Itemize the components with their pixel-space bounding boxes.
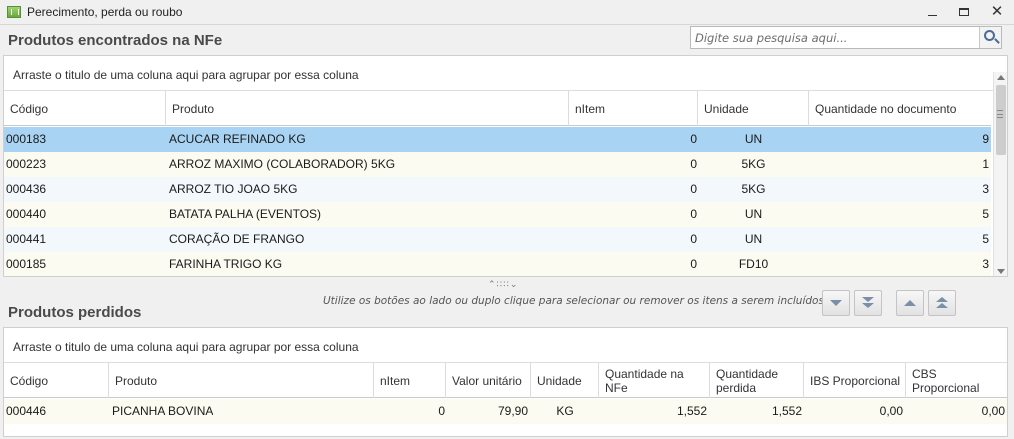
close-icon: ✕ xyxy=(990,3,1004,20)
cell-codigo: 000436 xyxy=(6,182,47,196)
app-icon xyxy=(7,6,21,18)
cell-qtd-perdida: 1,552 xyxy=(771,404,802,418)
search-button[interactable] xyxy=(979,27,1001,48)
scroll-thumb[interactable] xyxy=(996,85,1006,155)
column-header-cbs[interactable]: CBS Proporcional xyxy=(906,363,1007,398)
move-all-up-button[interactable] xyxy=(928,290,956,316)
cell-nitem: 0 xyxy=(690,132,697,146)
window-titlebar: Perecimento, perda ou roubo ✕ xyxy=(0,0,1014,25)
found-products-title: Produtos encontrados na NFe xyxy=(8,32,223,49)
table-row[interactable]: 000441 CORAÇÃO DE FRANGO 0 UN 5 xyxy=(4,227,991,252)
cell-produto: ARROZ TIO JOAO 5KG xyxy=(169,182,298,196)
table-row[interactable]: 000436 ARROZ TIO JOAO 5KG 0 5KG 3 xyxy=(4,177,991,202)
cell-unidade: UN xyxy=(744,132,763,146)
cell-nitem: 0 xyxy=(690,157,697,171)
cell-unidade: UN xyxy=(744,207,763,221)
cell-produto: FARINHA TRIGO KG xyxy=(169,257,283,271)
cell-quantidade: 3 xyxy=(982,182,989,196)
grid-header: Código Produto nItem Unidade Quantidade … xyxy=(4,91,991,126)
cell-produto: ARROZ MAXIMO (COLABORADOR) 5KG xyxy=(169,157,396,171)
cell-quantidade: 5 xyxy=(982,232,989,246)
cell-quantidade: 9 xyxy=(982,132,989,146)
cell-produto: BATATA PALHA (EVENTOS) xyxy=(169,207,322,221)
cell-quantidade: 5 xyxy=(982,207,989,221)
group-by-hint: Arraste o titulo de uma coluna aqui para… xyxy=(13,340,359,354)
group-by-panel[interactable]: Arraste o titulo de uma coluna aqui para… xyxy=(4,328,1007,363)
cell-nitem: 0 xyxy=(690,182,697,196)
move-all-down-button[interactable] xyxy=(854,290,882,316)
column-header-quantidade[interactable]: Quantidade no documento xyxy=(809,91,991,126)
lost-products-grid: Arraste o titulo de uma coluna aqui para… xyxy=(3,327,1008,437)
move-down-icon xyxy=(830,300,842,306)
cell-produto: ACUCAR REFINADO KG xyxy=(169,132,306,146)
cell-nitem: 0 xyxy=(690,257,697,271)
cell-codigo: 000223 xyxy=(6,157,47,171)
column-header-unidade[interactable]: Unidade xyxy=(698,91,809,126)
move-all-up-icon xyxy=(936,297,948,308)
column-header-nitem[interactable]: nItem xyxy=(569,91,698,126)
cell-unidade: 5KG xyxy=(741,157,766,171)
splitter-handle[interactable]: ⌃∶∶∶∶⌄ xyxy=(488,279,518,290)
move-down-button[interactable] xyxy=(822,290,850,316)
table-row[interactable]: 000185 FARINHA TRIGO KG 0 FD10 3 xyxy=(4,252,991,276)
cell-nitem: 0 xyxy=(690,232,697,246)
column-header-produto[interactable]: Produto xyxy=(166,91,569,126)
move-up-button[interactable] xyxy=(896,290,924,316)
cell-quantidade: 1 xyxy=(982,157,989,171)
table-row[interactable]: 000223 ARROZ MAXIMO (COLABORADOR) 5KG 0 … xyxy=(4,152,991,177)
grid-header: Código Produto nItem Valor unitário Unid… xyxy=(4,363,1007,398)
cell-quantidade: 3 xyxy=(982,257,989,271)
table-row[interactable]: 000446 PICANHA BOVINA 0 79,90 KG 1,552 1… xyxy=(4,399,1007,424)
scroll-grip-icon xyxy=(997,110,1003,118)
column-header-produto[interactable]: Produto xyxy=(109,363,374,398)
search-icon-handle xyxy=(994,38,1000,44)
cell-nitem: 0 xyxy=(690,207,697,221)
cell-codigo: 000185 xyxy=(6,257,47,271)
column-header-nitem[interactable]: nItem xyxy=(374,363,446,398)
cell-unidade: KG xyxy=(556,404,574,418)
lost-products-title: Produtos perdidos xyxy=(8,304,142,321)
maximize-icon xyxy=(959,8,969,16)
cell-ibs: 0,00 xyxy=(879,404,903,418)
search-box[interactable] xyxy=(690,26,1002,49)
cell-cbs: 0,00 xyxy=(981,404,1005,418)
move-all-down-icon xyxy=(862,297,874,308)
table-row[interactable]: 000440 BATATA PALHA (EVENTOS) 0 UN 5 xyxy=(4,202,991,227)
cell-produto: CORAÇÃO DE FRANGO xyxy=(169,232,305,246)
column-header-quantidade-nfe[interactable]: Quantidade na NFe xyxy=(599,363,710,398)
column-header-unidade[interactable]: Unidade xyxy=(531,363,599,398)
cell-codigo: 000440 xyxy=(6,207,47,221)
column-header-codigo[interactable]: Código xyxy=(4,363,109,398)
cell-codigo: 000441 xyxy=(6,232,47,246)
move-up-icon xyxy=(904,300,916,306)
column-header-codigo[interactable]: Código xyxy=(4,91,166,126)
vertical-scrollbar[interactable] xyxy=(993,72,1007,276)
cell-unidade: FD10 xyxy=(738,257,769,271)
scroll-down-icon[interactable] xyxy=(997,269,1005,274)
window-title: Perecimento, perda ou roubo xyxy=(27,5,183,19)
cell-valor-unitario: 79,90 xyxy=(497,404,528,418)
cell-qtd-nfe: 1,552 xyxy=(676,404,707,418)
column-header-ibs[interactable]: IBS Proporcional xyxy=(804,363,906,398)
cell-unidade: UN xyxy=(744,232,763,246)
cell-unidade: 5KG xyxy=(741,182,766,196)
group-by-hint: Arraste o titulo de uma coluna aqui para… xyxy=(13,68,359,82)
minimize-icon xyxy=(927,15,937,16)
group-by-panel[interactable]: Arraste o titulo de uma coluna aqui para… xyxy=(4,56,1007,91)
scroll-up-icon[interactable] xyxy=(997,75,1005,80)
minimize-button[interactable] xyxy=(921,4,943,20)
selection-instruction: Utilize os botões ao lado ou duplo cliqu… xyxy=(323,295,824,307)
cell-codigo: 000183 xyxy=(6,132,47,146)
found-products-grid: Arraste o titulo de uma coluna aqui para… xyxy=(3,55,1008,277)
search-input[interactable] xyxy=(691,27,979,48)
maximize-button[interactable] xyxy=(953,4,975,20)
cell-produto: PICANHA BOVINA xyxy=(112,404,214,418)
table-row[interactable]: 000183 ACUCAR REFINADO KG 0 UN 9 xyxy=(4,127,991,152)
close-button[interactable]: ✕ xyxy=(986,4,1008,20)
column-header-quantidade-perdida[interactable]: Quantidade perdida xyxy=(710,363,804,398)
column-header-valor-unitario[interactable]: Valor unitário xyxy=(446,363,531,398)
cell-codigo: 000446 xyxy=(6,404,47,418)
cell-nitem: 0 xyxy=(438,404,445,418)
